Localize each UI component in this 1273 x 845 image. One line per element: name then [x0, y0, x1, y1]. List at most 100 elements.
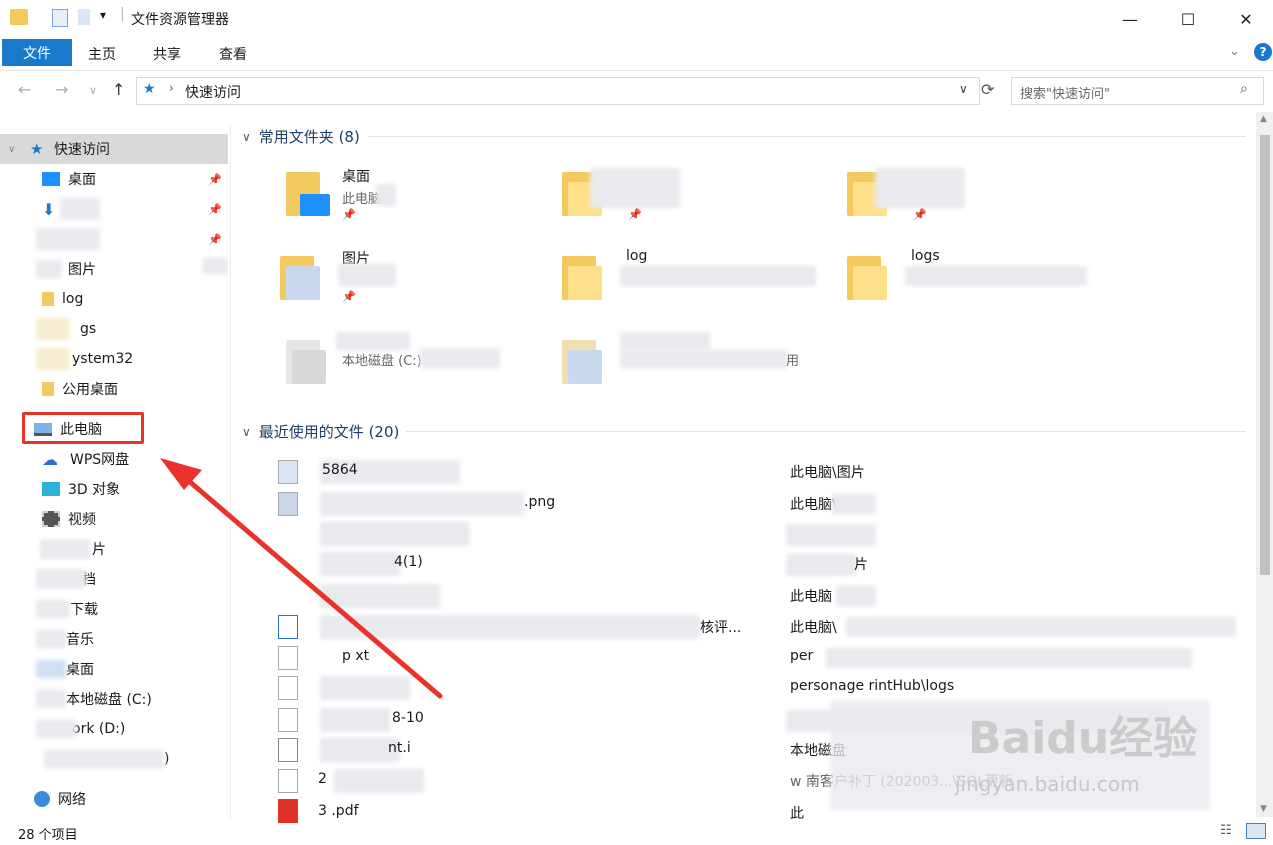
- tab-share[interactable]: 共享: [153, 44, 181, 64]
- blurred-region: [320, 615, 700, 639]
- blurred-region: [832, 494, 876, 514]
- file-name: 8-10: [392, 710, 424, 726]
- frequent-folder-tile[interactable]: log: [560, 246, 820, 316]
- frequent-folder-tile[interactable]: 用: [560, 330, 820, 400]
- blurred-region: [836, 586, 876, 606]
- address-dropdown-icon[interactable]: ∨: [959, 82, 968, 96]
- blurred-region: [826, 648, 1192, 668]
- folder-icon: [280, 252, 324, 302]
- sidebar-item-logs[interactable]: gs: [0, 314, 228, 344]
- maximize-button[interactable]: ☐: [1159, 0, 1217, 38]
- forward-button[interactable]: →: [55, 80, 68, 99]
- breadcrumb-chevron-icon[interactable]: ›: [169, 81, 174, 95]
- sidebar-item-drive-d[interactable]: ork (D:): [0, 714, 228, 744]
- frequent-folder-tile[interactable]: 桌面 此电脑 📌: [280, 160, 540, 230]
- breadcrumb-quick-access[interactable]: 快速访问: [185, 82, 241, 102]
- back-button[interactable]: ←: [18, 80, 31, 99]
- sidebar-item-videos[interactable]: 视频: [0, 504, 228, 534]
- sidebar-item-quick-access[interactable]: ∨ ★ 快速访问: [0, 134, 228, 164]
- sidebar-item-label: WPS网盘: [70, 452, 130, 468]
- sidebar-item-music[interactable]: 音乐: [0, 624, 228, 654]
- folder-name: logs: [911, 248, 940, 264]
- sidebar-item-documents-pc[interactable]: 档: [0, 564, 228, 594]
- minimize-button[interactable]: —: [1101, 0, 1159, 38]
- sidebar-item-log[interactable]: log: [0, 284, 228, 314]
- file-name: 5864: [322, 462, 358, 478]
- frequent-folders-header[interactable]: ∨ 常用文件夹 (8): [242, 126, 360, 147]
- blurred-region: [875, 168, 965, 208]
- sidebar-item-desktop-pc[interactable]: 桌面: [0, 654, 228, 684]
- blurred-region: [320, 492, 524, 516]
- folder-icon: [847, 252, 891, 302]
- list-item[interactable]: .png 此电脑\图: [276, 488, 1266, 518]
- new-folder-icon[interactable]: [78, 9, 90, 25]
- list-item[interactable]: personage rintHub\logs: [276, 672, 1266, 702]
- blurred-region: [620, 350, 788, 368]
- frequent-folder-tile[interactable]: 本地磁盘 (C:): [280, 330, 540, 400]
- sidebar-item-desktop[interactable]: 桌面 📌: [0, 164, 228, 194]
- blurred-region: [420, 348, 500, 368]
- sidebar-item-label: 桌面: [66, 662, 94, 678]
- sidebar-item-label: 音乐: [66, 632, 94, 648]
- up-button[interactable]: ↑: [112, 80, 125, 99]
- folder-location: 本地磁盘 (C:): [342, 354, 422, 369]
- frequent-folder-tile[interactable]: 图片 📌: [280, 246, 540, 316]
- recent-locations-button[interactable]: ∨: [89, 84, 97, 97]
- help-icon[interactable]: ?: [1254, 43, 1272, 61]
- sidebar-item-drive-c[interactable]: 本地磁盘 (C:): [0, 684, 228, 714]
- tab-file[interactable]: 文件: [2, 39, 72, 66]
- expand-ribbon-icon[interactable]: ⌄: [1229, 44, 1240, 59]
- sidebar-item-pictures-pc[interactable]: 片: [0, 534, 228, 564]
- sidebar-item-public-desktop[interactable]: 公用桌面: [0, 374, 228, 404]
- sidebar-item-pictures[interactable]: 图片: [0, 254, 228, 284]
- sidebar-item-downloads[interactable]: ⬇ 下 📌: [0, 194, 228, 224]
- tab-view[interactable]: 查看: [219, 44, 247, 64]
- file-name: 4(1): [394, 554, 423, 570]
- sidebar-item-downloads-pc[interactable]: 下载: [0, 594, 228, 624]
- large-icons-view-icon[interactable]: [1246, 823, 1266, 839]
- address-bar[interactable]: ★ › 快速访问 ∨: [136, 77, 980, 105]
- scrollbar-thumb[interactable]: [1260, 135, 1270, 575]
- star-icon: ★: [143, 81, 156, 97]
- collapse-chevron-icon[interactable]: ∨: [8, 144, 32, 155]
- blurred-region: [36, 228, 100, 250]
- blurred-region: [202, 258, 228, 274]
- frequent-folder-tile[interactable]: logs: [845, 246, 1105, 316]
- frequent-folder-tile[interactable]: 📌: [845, 160, 1105, 230]
- search-icon[interactable]: ⌕: [1240, 81, 1248, 97]
- list-item[interactable]: [276, 518, 1266, 548]
- details-view-icon[interactable]: ☷: [1220, 823, 1232, 838]
- section-title: 最近使用的文件 (20): [258, 423, 400, 441]
- sidebar-item-wps-drive[interactable]: ☁ WPS网盘: [0, 444, 228, 474]
- close-button[interactable]: ✕: [1217, 0, 1273, 38]
- pin-icon: 📌: [342, 290, 356, 303]
- list-item[interactable]: 4(1) 片: [276, 548, 1266, 578]
- list-item[interactable]: 核评... 此电脑\: [276, 611, 1266, 641]
- sidebar-item-drive-other[interactable]: ): [0, 744, 228, 774]
- title-divider: |: [120, 6, 125, 22]
- search-box[interactable]: 搜索"快速访问" ⌕: [1011, 77, 1264, 105]
- customize-quick-toolbar-icon[interactable]: ▾: [100, 8, 106, 22]
- frequent-folder-tile[interactable]: 📌: [560, 160, 820, 230]
- sidebar-item-documents[interactable]: 📌: [0, 224, 228, 254]
- list-item[interactable]: p xt per: [276, 642, 1266, 672]
- folder-icon: [562, 336, 606, 386]
- sidebar-item-3d-objects[interactable]: 3D 对象: [0, 474, 228, 504]
- network-icon: [34, 791, 50, 807]
- text-file-icon: [278, 769, 298, 793]
- folder-name: 桌面: [342, 169, 370, 185]
- divider: [368, 136, 1246, 137]
- properties-icon[interactable]: [52, 9, 68, 27]
- tab-home[interactable]: 主页: [88, 44, 116, 64]
- list-item[interactable]: 此电脑: [276, 580, 1266, 610]
- sidebar-item-system32[interactable]: ystem32: [0, 344, 228, 374]
- list-item[interactable]: 5864 此电脑\图片: [276, 456, 1266, 486]
- blurred-region: [36, 569, 86, 589]
- scroll-up-icon[interactable]: ▲: [1260, 114, 1267, 124]
- scroll-down-icon[interactable]: ▼: [1260, 804, 1267, 814]
- blurred-region: [590, 168, 680, 208]
- blurred-region: [320, 552, 400, 576]
- sidebar-item-network[interactable]: 网络: [0, 784, 228, 814]
- refresh-button[interactable]: ⟳: [981, 80, 994, 99]
- recent-files-header[interactable]: ∨ 最近使用的文件 (20): [242, 421, 399, 442]
